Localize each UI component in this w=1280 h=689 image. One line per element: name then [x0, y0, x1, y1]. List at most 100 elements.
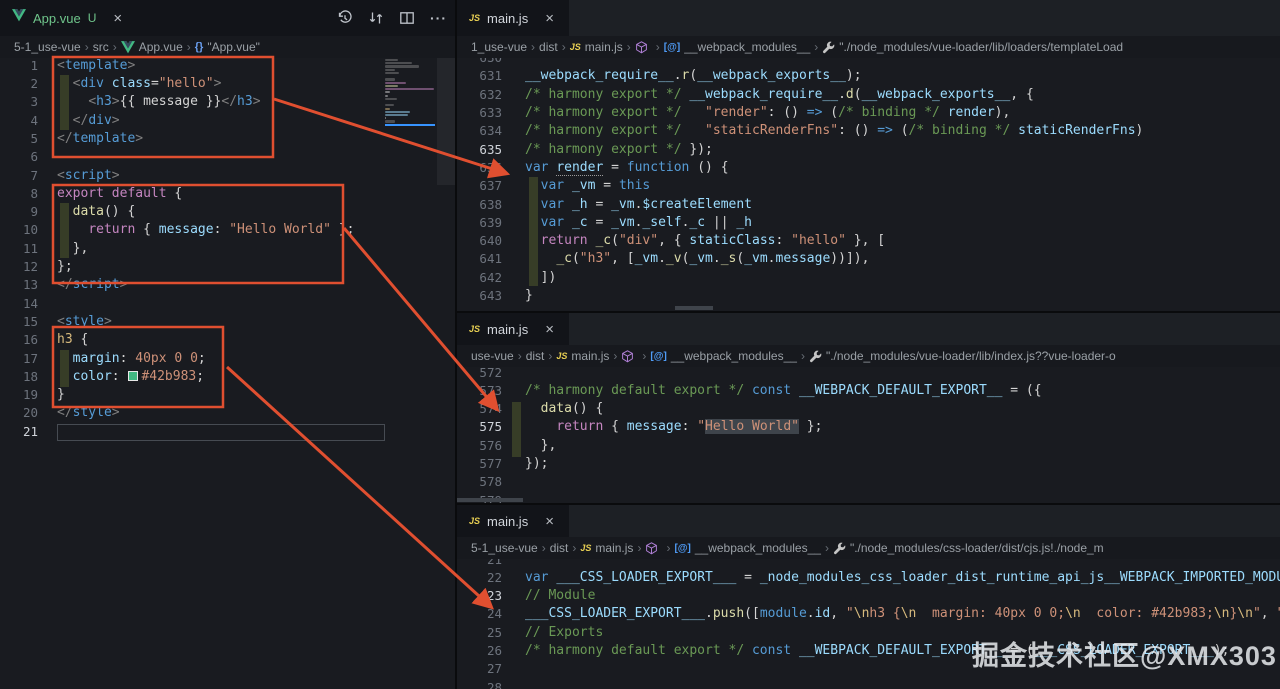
minimap-line: [385, 110, 410, 113]
minimap-line: [385, 84, 398, 87]
close-icon[interactable]: ×: [545, 513, 554, 530]
breadcrumb-item[interactable]: [645, 541, 662, 555]
minimap-slider[interactable]: [437, 57, 455, 185]
more-actions-button[interactable]: ···: [430, 10, 447, 26]
wrench-icon: [809, 350, 822, 362]
line-number: 18: [22, 368, 38, 384]
chevron-right-icon: ›: [626, 40, 631, 54]
line-number: 634: [479, 123, 502, 139]
minimap-cursor-line: [385, 124, 435, 126]
line-number: 11: [22, 240, 38, 256]
close-icon[interactable]: ×: [545, 321, 554, 338]
line-number: 10: [22, 222, 38, 238]
breadcrumb-item[interactable]: [@] __webpack_modules__: [650, 349, 797, 363]
minimap-line: [385, 94, 388, 97]
breadcrumb-item[interactable]: App.vue: [120, 40, 183, 54]
line-number: 23: [486, 588, 502, 604]
breadcrumb-item[interactable]: dist: [526, 349, 545, 363]
cube-icon: [622, 349, 634, 362]
tab-app-vue[interactable]: App.vue U ×: [0, 0, 133, 36]
code-line: 12};: [0, 258, 455, 276]
line-number: 636: [479, 159, 502, 175]
breadcrumb: 1_use-vue › dist › JS main.js › › [@] __webpack_m…: [457, 36, 1280, 58]
code-line: 6: [0, 148, 455, 166]
code-line: 637 var _vm = this: [457, 177, 1280, 195]
line-number: 25: [486, 624, 502, 640]
minimap-line: [385, 117, 387, 120]
tab-strip-filler: [569, 0, 1280, 36]
minimap-line: [385, 91, 391, 94]
breadcrumb-item[interactable]: "./node_modules/css-loader/dist/cjs.js!.…: [833, 541, 1104, 555]
code-line: 20 </style>: [0, 404, 455, 422]
chevron-right-icon: ›: [637, 541, 642, 555]
breadcrumb-item[interactable]: JS main.js: [570, 40, 623, 54]
close-icon[interactable]: ×: [113, 10, 122, 27]
breadcrumb-item[interactable]: 5-1_use-vue: [14, 40, 81, 54]
close-icon[interactable]: ×: [545, 10, 554, 27]
chevron-right-icon: ›: [84, 40, 89, 54]
minimap-line: [385, 81, 406, 84]
editor-pane-main-js-render: JS main.js × 1_use-vue › dist › JS main.js › › [@]…: [457, 0, 1280, 311]
js-icon: JS: [580, 543, 592, 553]
code-editor[interactable]: 630631__webpack_require__.r(__webpack_ex…: [457, 49, 1280, 305]
breadcrumb-item[interactable]: [635, 40, 652, 54]
history-icon: [338, 10, 352, 23]
breadcrumb-item[interactable]: use-vue: [471, 349, 514, 363]
history-button[interactable]: [337, 10, 353, 26]
js-icon: JS: [569, 42, 581, 52]
code-line: 578: [457, 473, 1280, 491]
horizontal-scrollbar[interactable]: [675, 306, 713, 310]
code-line: 5 </template>: [0, 130, 455, 148]
breadcrumb-item[interactable]: JS main.js: [556, 349, 609, 363]
line-number: 8: [30, 185, 38, 201]
code-line: 638 var _h = _vm.$createElement: [457, 196, 1280, 214]
breadcrumb-item[interactable]: JS main.js: [580, 541, 633, 555]
minimap-line: [385, 88, 435, 91]
breadcrumb-item[interactable]: {} "App.vue": [195, 40, 260, 54]
line-number: 15: [22, 313, 38, 329]
compare-changes-icon: [369, 12, 383, 24]
js-icon: JS: [556, 351, 568, 361]
compare-changes-button[interactable]: [368, 10, 384, 26]
breadcrumb-item[interactable]: src: [93, 40, 109, 54]
code-line: 579: [457, 492, 1280, 503]
split-editor-button[interactable]: [399, 10, 415, 26]
breadcrumb-item[interactable]: [@] __webpack_modules__: [674, 541, 821, 555]
code-line: 15 <style>: [0, 313, 455, 331]
chevron-right-icon: ›: [548, 349, 553, 363]
line-number: 4: [30, 112, 38, 128]
code-line: 633/* harmony export */ "render": () => …: [457, 104, 1280, 122]
breadcrumb-item[interactable]: "./node_modules/vue-loader/lib/loaders/t…: [822, 40, 1123, 54]
line-number: 26: [486, 642, 502, 658]
chevron-right-icon: ›: [814, 40, 819, 54]
breadcrumb-item[interactable]: 5-1_use-vue: [471, 541, 538, 555]
tab-main-js[interactable]: JS main.js ×: [457, 313, 569, 345]
editor-toolbar: ···: [337, 0, 447, 36]
breadcrumb-item[interactable]: "./node_modules/vue-loader/lib/index.js?…: [809, 349, 1116, 363]
code-line: 577});: [457, 455, 1280, 473]
tab-bar: JS main.js ×: [457, 0, 1280, 36]
breadcrumb-item[interactable]: dist: [539, 40, 558, 54]
css-color-swatch: [128, 370, 139, 381]
code-line: 640 return _c("div", { staticClass: "hel…: [457, 232, 1280, 250]
git-status-badge: U: [87, 11, 97, 25]
tab-main-js[interactable]: JS main.js ×: [457, 505, 569, 537]
line-number: 13: [22, 277, 38, 293]
line-number: 638: [479, 196, 502, 212]
horizontal-scrollbar[interactable]: [457, 498, 523, 502]
code-editor[interactable]: 572 573/* harmony default export */ const…: [457, 364, 1280, 504]
tab-main-js[interactable]: JS main.js ×: [457, 0, 569, 36]
wrench-icon: [833, 542, 846, 554]
code-line: 639 var _c = _vm._self._c || _h: [457, 214, 1280, 232]
line-number: 641: [479, 251, 502, 267]
minimap[interactable]: [385, 59, 437, 127]
line-number: 27: [486, 661, 502, 677]
braces-icon: {}: [194, 41, 204, 53]
line-number: 24: [486, 606, 502, 622]
watermark: 掘金技术社区@XMX303: [972, 641, 1277, 671]
breadcrumb-item[interactable]: 1_use-vue: [471, 40, 527, 54]
breadcrumb-item[interactable]: [@] __webpack_modules__: [664, 40, 811, 54]
breadcrumb-item[interactable]: [621, 349, 638, 363]
breadcrumb-item[interactable]: dist: [550, 541, 569, 555]
chevron-right-icon: ›: [517, 349, 522, 363]
